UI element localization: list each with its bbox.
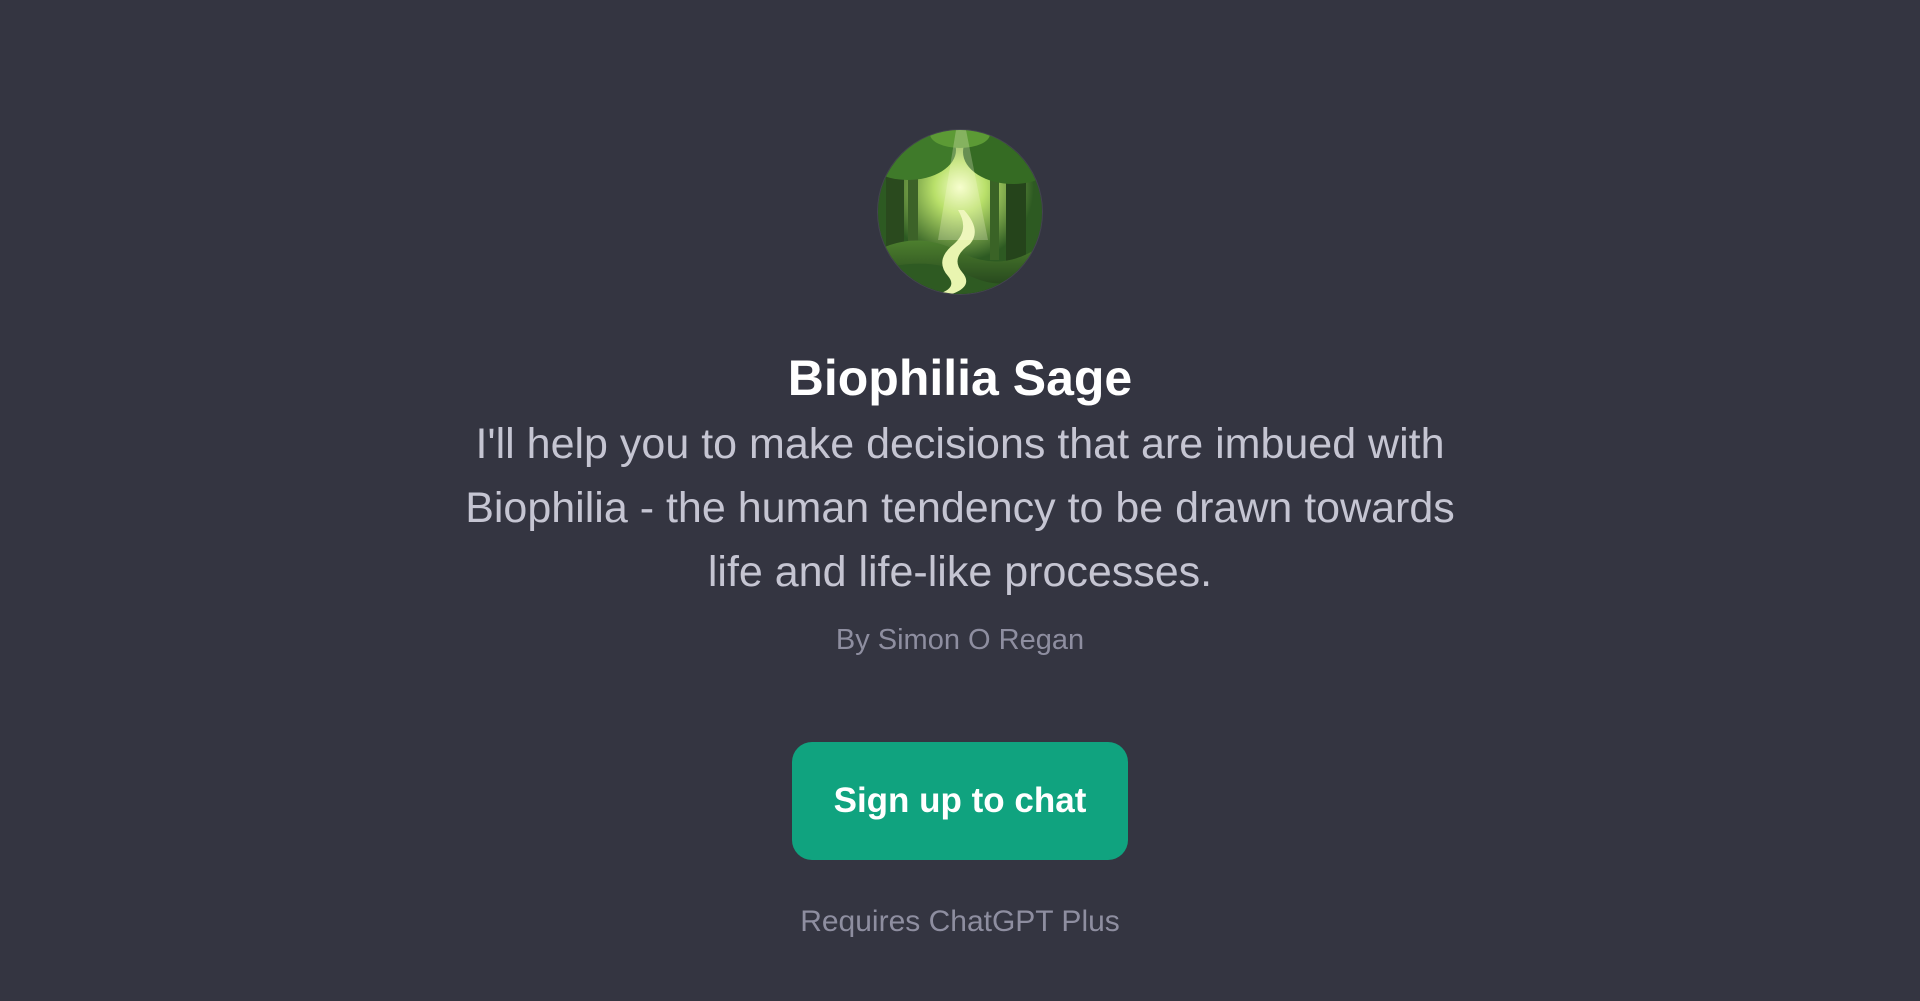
gpt-description: I'll help you to make decisions that are… bbox=[465, 420, 1455, 596]
requirement-note: Requires ChatGPT Plus bbox=[800, 905, 1120, 938]
gpt-author: By Simon O Regan bbox=[835, 624, 1085, 656]
gpt-landing-page: Biophilia Sage I'll help you to make dec… bbox=[0, 0, 1920, 1001]
sign-up-button[interactable]: Sign up to chat bbox=[792, 742, 1128, 860]
gpt-avatar bbox=[878, 130, 1042, 294]
gpt-title: Biophilia Sage bbox=[787, 350, 1133, 406]
forest-path-avatar-icon bbox=[878, 130, 1042, 294]
